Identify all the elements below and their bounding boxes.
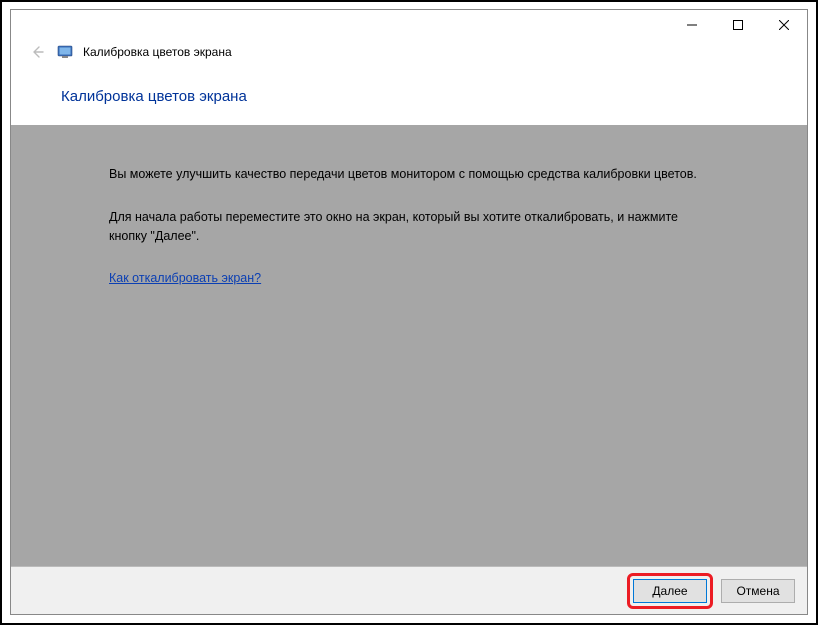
minimize-button[interactable] bbox=[669, 10, 715, 40]
intro-paragraph-2: Для начала работы переместите это окно н… bbox=[109, 208, 709, 246]
footer-bar: Далее Отмена bbox=[11, 566, 807, 614]
header-row: Калибровка цветов экрана bbox=[11, 40, 807, 70]
help-link[interactable]: Как откалибровать экран? bbox=[109, 269, 261, 288]
titlebar bbox=[11, 10, 807, 40]
maximize-button[interactable] bbox=[715, 10, 761, 40]
highlight-next-button: Далее bbox=[627, 573, 713, 609]
content-area: Вы можете улучшить качество передачи цве… bbox=[11, 125, 807, 566]
close-button[interactable] bbox=[761, 10, 807, 40]
header-title: Калибровка цветов экрана bbox=[83, 45, 232, 59]
intro-paragraph-1: Вы можете улучшить качество передачи цве… bbox=[109, 165, 709, 184]
cancel-button[interactable]: Отмена bbox=[721, 579, 795, 603]
calibration-window: Калибровка цветов экрана Калибровка цвет… bbox=[10, 9, 808, 615]
screenshot-frame: Калибровка цветов экрана Калибровка цвет… bbox=[0, 0, 818, 625]
page-title: Калибровка цветов экрана bbox=[11, 70, 807, 125]
back-arrow-icon bbox=[27, 42, 47, 62]
monitor-icon bbox=[57, 44, 73, 60]
next-button[interactable]: Далее bbox=[633, 579, 707, 603]
